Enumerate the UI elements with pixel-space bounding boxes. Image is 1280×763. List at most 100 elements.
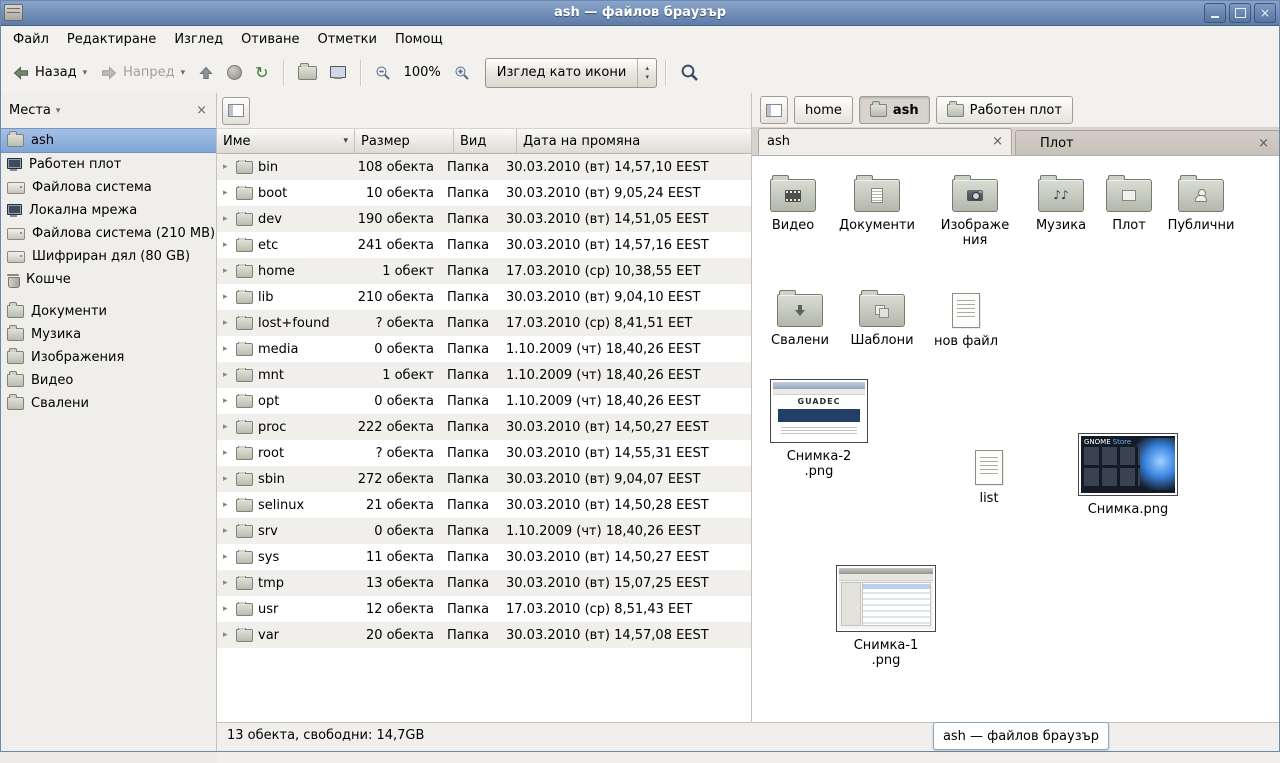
sidebar-item-network[interactable]: Локална мрежа xyxy=(0,199,216,222)
expander-icon[interactable]: ▸ xyxy=(223,266,231,276)
table-row[interactable]: ▸mnt1 обектПапка1.10.2009 (чт) 18,40,26 … xyxy=(217,362,751,388)
icon-folder-images[interactable]: Изображения xyxy=(935,174,1015,248)
table-row[interactable]: ▸tmp13 обектаПапка30.03.2010 (вт) 15,07,… xyxy=(217,570,751,596)
reload-button[interactable]: ↻ xyxy=(249,61,274,85)
tab-close-icon[interactable]: × xyxy=(1258,136,1269,151)
expander-icon[interactable]: ▸ xyxy=(223,630,231,640)
expander-icon[interactable]: ▸ xyxy=(223,526,231,536)
icon-folder-downloads[interactable]: Свалени xyxy=(760,289,840,348)
zoom-out-button[interactable] xyxy=(369,61,397,85)
expander-icon[interactable]: ▸ xyxy=(223,162,231,172)
pathbar-root-button[interactable] xyxy=(760,96,788,124)
sidebar-item-pictures[interactable]: Изображения xyxy=(0,346,216,369)
expander-icon[interactable]: ▸ xyxy=(223,500,231,510)
icon-folder-templates[interactable]: Шаблони xyxy=(842,289,922,348)
icon-folder-public[interactable]: Публични xyxy=(1161,174,1241,233)
taskbar-window-button[interactable]: ash — файлов браузър xyxy=(933,722,1109,750)
table-row[interactable]: ▸lost+found? обектаПапка17.03.2010 (ср) … xyxy=(217,310,751,336)
expander-icon[interactable]: ▸ xyxy=(223,578,231,588)
maximize-button[interactable] xyxy=(1229,3,1251,23)
column-header-date[interactable]: Дата на промяна xyxy=(517,129,751,153)
icon-image-snimka2[interactable]: GUADEC Снимка-2.png xyxy=(770,379,868,479)
sidebar-item-music[interactable]: Музика xyxy=(0,323,216,346)
table-row[interactable]: ▸root? обектаПапка30.03.2010 (вт) 14,55,… xyxy=(217,440,751,466)
table-row[interactable]: ▸sys11 обектаПапка30.03.2010 (вт) 14,50,… xyxy=(217,544,751,570)
sidebar-item-documents[interactable]: Документи xyxy=(0,300,216,323)
computer-button[interactable] xyxy=(324,62,352,83)
table-row[interactable]: ▸proc222 обектаПапка30.03.2010 (вт) 14,5… xyxy=(217,414,751,440)
expander-icon[interactable]: ▸ xyxy=(223,188,231,198)
menu-help[interactable]: Помощ xyxy=(386,26,452,52)
home-button[interactable] xyxy=(292,62,323,84)
expander-icon[interactable]: ▸ xyxy=(223,370,231,380)
tab-plot[interactable]: Плот× xyxy=(1015,130,1280,155)
stop-button[interactable] xyxy=(221,61,248,84)
up-button[interactable] xyxy=(192,61,220,85)
sidebar-item-videos[interactable]: Видео xyxy=(0,369,216,392)
sidebar-item-desktop[interactable]: Работен плот xyxy=(0,153,216,176)
close-button[interactable]: × xyxy=(1254,3,1276,23)
sidebar-close-icon[interactable]: × xyxy=(196,103,207,118)
tab-ash[interactable]: ash× xyxy=(758,128,1012,155)
table-row[interactable]: ▸lib210 обектаПапка30.03.2010 (вт) 9,04,… xyxy=(217,284,751,310)
table-row[interactable]: ▸etc241 обектаПапка30.03.2010 (вт) 14,57… xyxy=(217,232,751,258)
sidebar-item-filesystem[interactable]: Файлова система xyxy=(0,176,216,199)
expander-icon[interactable]: ▸ xyxy=(223,448,231,458)
menu-go[interactable]: Отиване xyxy=(232,26,308,52)
pathbar-button-desktop[interactable]: Работен плот xyxy=(936,96,1073,124)
pathbar-button-ash[interactable]: ash xyxy=(859,96,930,124)
expander-icon[interactable]: ▸ xyxy=(223,318,231,328)
icon-image-snimka[interactable]: GNOMEStore Снимка.png xyxy=(1078,433,1178,517)
expander-icon[interactable]: ▸ xyxy=(223,396,231,406)
view-mode-select[interactable]: Изглед като икони ▴▾ xyxy=(485,58,658,88)
menu-edit[interactable]: Редактиране xyxy=(58,26,165,52)
spinner-arrows-icon[interactable]: ▴▾ xyxy=(637,59,656,87)
expander-icon[interactable]: ▸ xyxy=(223,422,231,432)
expander-icon[interactable]: ▸ xyxy=(223,474,231,484)
icon-folder-video[interactable]: Видео xyxy=(753,174,833,233)
table-row[interactable]: ▸bin108 обектаПапка30.03.2010 (вт) 14,57… xyxy=(217,154,751,180)
column-header-size[interactable]: Размер xyxy=(355,129,454,153)
expander-icon[interactable]: ▸ xyxy=(223,240,231,250)
pane-toggle-button[interactable] xyxy=(222,97,250,125)
search-button[interactable] xyxy=(674,59,705,86)
icon-file-new[interactable]: нов файл xyxy=(926,289,1006,349)
sidebar-item-ash[interactable]: ash xyxy=(0,128,216,153)
table-row[interactable]: ▸srv0 обектаПапка1.10.2009 (чт) 18,40,26… xyxy=(217,518,751,544)
pathbar-button-home[interactable]: home xyxy=(794,96,853,124)
table-row[interactable]: ▸media0 обектаПапка1.10.2009 (чт) 18,40,… xyxy=(217,336,751,362)
sidebar-item-encrypted[interactable]: Шифриран дял (80 GB) xyxy=(0,245,216,268)
sidebar-item-downloads[interactable]: Свалени xyxy=(0,392,216,415)
table-row[interactable]: ▸opt0 обектаПапка1.10.2009 (чт) 18,40,26… xyxy=(217,388,751,414)
minimize-button[interactable] xyxy=(1204,3,1226,23)
forward-button[interactable]: Напред ▾ xyxy=(94,61,191,85)
sidebar-item-trash[interactable]: Кошче xyxy=(0,268,216,291)
table-row[interactable]: ▸home1 обектПапка17.03.2010 (ср) 10,38,5… xyxy=(217,258,751,284)
table-row[interactable]: ▸usr12 обектаПапка17.03.2010 (ср) 8,51,4… xyxy=(217,596,751,622)
zoom-in-button[interactable] xyxy=(448,61,476,85)
table-row[interactable]: ▸var20 обектаПапка30.03.2010 (вт) 14,57,… xyxy=(217,622,751,648)
sidebar-selector-caret-icon[interactable]: ▾ xyxy=(56,106,61,116)
icon-image-snimka1[interactable]: Снимка-1.png xyxy=(836,565,936,668)
table-row[interactable]: ▸sbin272 обектаПапка30.03.2010 (вт) 9,04… xyxy=(217,466,751,492)
tab-close-icon[interactable]: × xyxy=(992,134,1003,149)
back-dropdown-icon[interactable]: ▾ xyxy=(83,68,88,78)
icon-file-list[interactable]: list xyxy=(949,446,1029,506)
sidebar-item-filesystem-210mb[interactable]: Файлова система (210 MB) xyxy=(0,222,216,245)
menu-view[interactable]: Изглед xyxy=(165,26,232,52)
table-row[interactable]: ▸dev190 обектаПапка30.03.2010 (вт) 14,51… xyxy=(217,206,751,232)
menu-file[interactable]: Файл xyxy=(4,26,58,52)
expander-icon[interactable]: ▸ xyxy=(223,604,231,614)
expander-icon[interactable]: ▸ xyxy=(223,552,231,562)
table-row[interactable]: ▸selinux21 обектаПапка30.03.2010 (вт) 14… xyxy=(217,492,751,518)
menu-bookmarks[interactable]: Отметки xyxy=(308,26,385,52)
column-header-type[interactable]: Вид xyxy=(454,129,517,153)
table-row[interactable]: ▸boot10 обектаПапка30.03.2010 (вт) 9,05,… xyxy=(217,180,751,206)
sidebar-title[interactable]: Места xyxy=(9,103,51,118)
icon-folder-documents[interactable]: Документи xyxy=(837,174,917,233)
column-header-name[interactable]: Име▾ xyxy=(217,129,355,153)
expander-icon[interactable]: ▸ xyxy=(223,292,231,302)
icon-folder-plot[interactable]: Плот xyxy=(1089,174,1169,233)
expander-icon[interactable]: ▸ xyxy=(223,344,231,354)
back-button[interactable]: Назад ▾ xyxy=(6,61,93,85)
